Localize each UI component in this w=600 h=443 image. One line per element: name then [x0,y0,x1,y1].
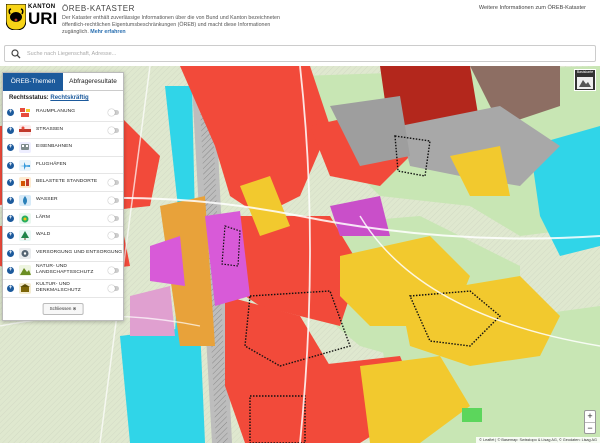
theme-toggle[interactable] [108,179,119,187]
panel-tabs: ÖREB-Themen Abfrageresultate [3,73,123,91]
theme-label: WALD [36,232,51,238]
theme-item-laerm[interactable]: + LÄRM [3,210,123,228]
theme-item-natur-landschaftsschutz[interactable]: + NATUR- UND LANDSCHAFTSSCHUTZ [3,262,123,280]
theme-label-line2: LANDSCHAFTSSCHUTZ [36,270,94,276]
expand-plus-icon[interactable]: + [7,284,14,292]
theme-toggle[interactable] [108,284,119,292]
theme-item-versorgung-entsorgung[interactable]: + VERSORGUNG UND ENTSORGUNG [3,245,123,263]
theme-label: VERSORGUNG UND ENTSORGUNG [36,249,123,255]
forest-icon [19,230,31,242]
zoom-in-button[interactable]: + [585,411,595,422]
basemap-switcher[interactable]: Basiskarte [574,69,596,91]
theme-item-eisenbahnen[interactable]: + EISENBAHNEN [3,139,123,157]
theme-label-line2: DENKMALSCHUTZ [36,287,81,293]
airplane-icon [19,159,31,171]
app-header: KANTON URI ÖREB-KATASTER Der Kataster en… [0,0,600,40]
theme-label: STRASSEN [36,126,64,132]
legal-status-label: Rechtsstatus: [9,95,49,101]
theme-item-raumplanung[interactable]: + RAUMPLANUNG [3,104,123,122]
expand-plus-icon[interactable]: + [7,179,14,187]
tab-abfrageresultate[interactable]: Abfrageresultate [63,73,123,91]
uri-shield-icon [5,3,27,31]
basemap-thumbnail-icon [577,77,593,89]
expand-plus-icon[interactable]: + [7,161,14,169]
planning-icon [19,107,31,118]
theme-item-kultur-denkmalschutz[interactable]: + KULTUR- UND DENKMALSCHUTZ [3,280,123,298]
theme-item-strassen[interactable]: + STRASSEN [3,122,123,140]
expand-plus-icon[interactable]: + [7,126,14,134]
expand-plus-icon[interactable]: + [7,232,14,240]
road-icon [19,124,31,136]
app-description: Der Kataster enthält zuverlässige Inform… [62,15,294,36]
water-icon [19,194,31,206]
train-icon [19,142,31,154]
theme-label: WASSER [36,196,58,202]
utilities-icon [19,247,31,259]
theme-label-line1: NATUR- UND [36,264,68,270]
theme-toggle[interactable] [108,267,119,275]
theme-item-wald[interactable]: + WALD [3,227,123,245]
close-panel-button[interactable]: Schliessen ⊗ [42,303,84,315]
zoom-control: + − [584,410,596,434]
kanton-uri-logo[interactable]: KANTON URI [5,3,58,34]
theme-label: NATUR- UND LANDSCHAFTSSCHUTZ [36,264,93,276]
expand-plus-icon[interactable]: + [7,196,14,204]
map-attribution: © Leaflet | © Basemap: Swisstopo & Lisag… [476,437,600,443]
oereb-themes-panel: ÖREB-Themen Abfrageresultate Rechtsstatu… [2,72,124,321]
theme-list: + RAUMPLANUNG + STRASSEN + EISENBAHNEN +… [3,104,123,298]
theme-toggle[interactable] [108,196,119,204]
monument-icon [19,282,31,294]
nature-icon [19,265,31,277]
theme-label: RAUMPLANUNG [36,109,76,114]
theme-item-wasser[interactable]: + WASSER [3,192,123,210]
theme-label: BELASTETE STANDORTE [36,179,98,185]
expand-plus-icon[interactable]: + [7,144,14,152]
theme-label: EISENBAHNEN [36,144,73,150]
expand-plus-icon[interactable]: + [7,249,14,257]
expand-plus-icon[interactable]: + [7,109,14,116]
legal-status-value[interactable]: Rechtskräftig [50,95,88,101]
theme-label: LÄRM [36,214,50,220]
theme-label-line1: KULTUR- UND [36,281,70,287]
theme-item-flughaefen[interactable]: + FLUGHÄFEN [3,157,123,175]
expand-plus-icon[interactable]: + [7,214,14,222]
noise-icon [19,212,31,224]
search-bar [4,45,596,62]
theme-item-belastete-standorte[interactable]: + BELASTETE STANDORTE [3,174,123,192]
theme-toggle[interactable] [108,109,119,116]
logo-uri-text: URI [28,9,58,28]
tab-oereb-themen[interactable]: ÖREB-Themen [3,73,63,91]
theme-label: KULTUR- UND DENKMALSCHUTZ [36,282,81,294]
more-info-link[interactable]: Mehr erfahren [90,29,125,35]
app-title: ÖREB-KATASTER [62,4,135,13]
contaminated-site-icon [19,177,31,189]
zoom-out-button[interactable]: − [585,422,595,433]
theme-toggle[interactable] [108,214,119,222]
theme-toggle[interactable] [108,126,119,134]
search-icon [11,49,21,59]
search-input[interactable] [27,48,567,60]
theme-toggle[interactable] [108,232,119,240]
further-info-link[interactable]: Weitere Informationen zum ÖREB-Kataster [479,5,586,11]
legal-status: Rechtsstatus: Rechtskräftig [3,91,123,104]
expand-plus-icon[interactable]: + [7,267,14,275]
theme-label: FLUGHÄFEN [36,161,67,167]
